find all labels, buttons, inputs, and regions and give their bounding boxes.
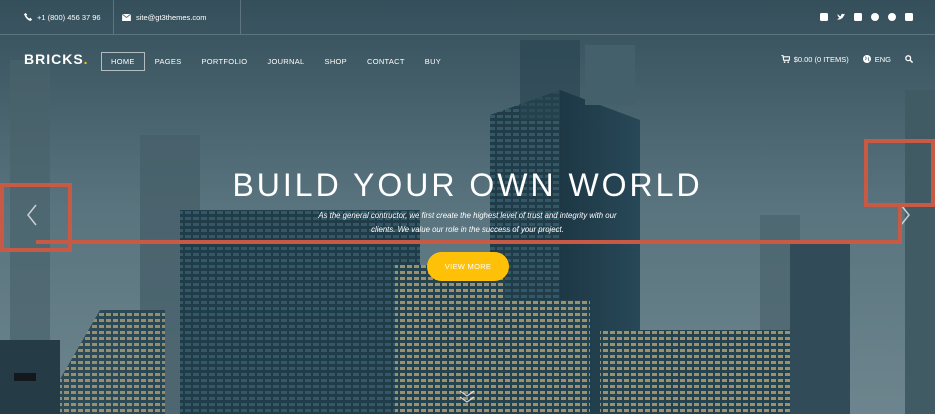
nav-journal[interactable]: JOURNAL [257, 52, 314, 71]
email-contact[interactable]: site@gt3themes.com [122, 0, 207, 34]
main-nav: HOME PAGES PORTFOLIO JOURNAL SHOP CONTAC… [101, 52, 451, 71]
pinterest-icon[interactable] [888, 13, 896, 21]
highlight-box-right [864, 139, 935, 207]
flickr-icon[interactable] [905, 13, 913, 21]
site-logo[interactable]: BRICKS. [24, 51, 89, 67]
nav-pages[interactable]: PAGES [145, 52, 192, 71]
top-bar: +1 (800) 456 37 96 site@gt3themes.com [0, 0, 935, 35]
header-tools: $0.00 (0 ITEMS) ENG [780, 51, 913, 67]
highlight-connector-horizontal [36, 240, 902, 244]
highlight-connector-vertical [898, 204, 902, 244]
search-icon [905, 55, 913, 63]
cart-link[interactable]: $0.00 (0 ITEMS) [780, 54, 849, 64]
hero-subtitle: As the general contructor, we first crea… [0, 209, 935, 237]
divider [240, 0, 241, 34]
dribbble-icon[interactable] [871, 13, 879, 21]
facebook-icon[interactable] [820, 13, 828, 21]
twitter-icon[interactable] [837, 13, 845, 21]
phone-contact[interactable]: +1 (800) 456 37 96 [24, 0, 101, 34]
nav-portfolio[interactable]: PORTFOLIO [192, 52, 258, 71]
hero-subtitle-line-1: As the general contructor, we first crea… [318, 211, 617, 220]
nav-buy[interactable]: BUY [415, 52, 451, 71]
logo-dot: . [83, 51, 89, 67]
nav-home[interactable]: HOME [101, 52, 145, 71]
view-more-button[interactable]: VIEW MORE [427, 252, 509, 281]
scroll-down-chevron-icon[interactable] [459, 390, 475, 404]
envelope-icon [122, 13, 131, 21]
nav-shop[interactable]: SHOP [315, 52, 357, 71]
email-address: site@gt3themes.com [136, 12, 207, 22]
cart-total: $0.00 (0 ITEMS) [793, 54, 849, 64]
hero-subtitle-line-2: clients. We value our role in the succes… [371, 225, 564, 234]
instagram-icon[interactable] [854, 13, 862, 21]
search-button[interactable] [905, 55, 913, 63]
phone-number: +1 (800) 456 37 96 [37, 12, 101, 22]
nav-contact[interactable]: CONTACT [357, 52, 415, 71]
divider [113, 0, 114, 34]
phone-icon [24, 13, 32, 21]
social-links [820, 0, 913, 34]
cart-icon [780, 55, 790, 63]
language-selector[interactable]: ENG [862, 54, 891, 64]
language-label: ENG [874, 54, 891, 64]
hero-title: BUILD YOUR OWN WORLD [232, 167, 703, 203]
logo-text: BRICKS [24, 51, 84, 67]
globe-icon [862, 55, 871, 63]
